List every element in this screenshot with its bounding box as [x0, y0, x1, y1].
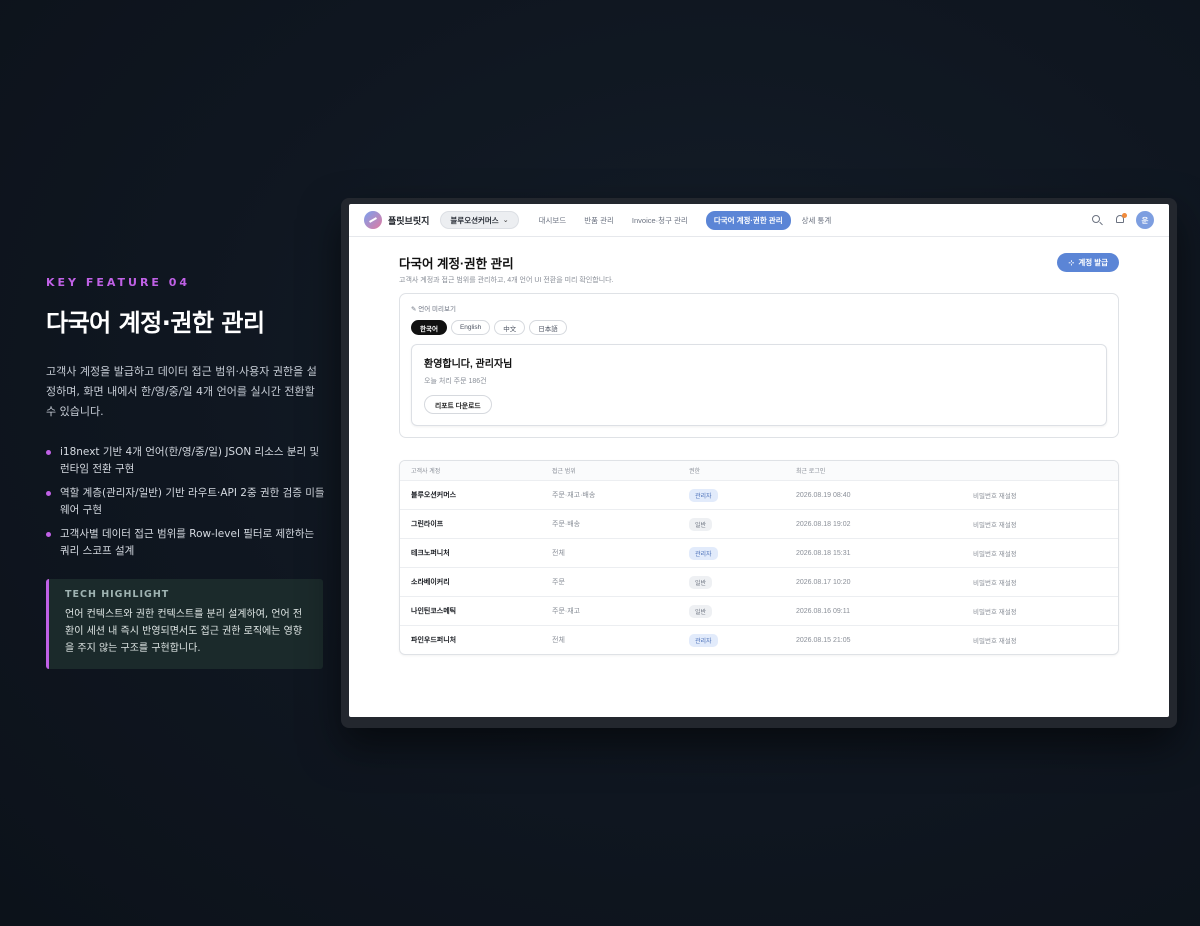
reset-password-link[interactable]: 비밀번호 재설정	[973, 606, 1118, 616]
feature-description: 고객사 계정을 발급하고 데이터 접근 범위·사용자 권한을 설정하며, 화면 …	[46, 365, 317, 418]
role-cell: 일반	[689, 517, 796, 531]
brand-name: 플릿브릿지	[388, 215, 430, 226]
feature-bullet: 고객사별 데이터 접근 범위를 Row-level 필터로 제한하는 쿼리 스코…	[46, 526, 326, 560]
table-row[interactable]: 블루오션커머스 주문·재고·배송 관리자 2026.08.19 08:40 비밀번호 재…	[400, 480, 1118, 509]
nav-statistics[interactable]: 상세 통계	[802, 215, 832, 226]
app-screen: 플릿브릿지 블루오션커머스 ⌄ 대시보드 반품 관리 Invoice·청구 관리…	[349, 204, 1169, 717]
last-login: 2026.08.15 21:05	[796, 636, 851, 644]
access-scope: 주문·재고·배송	[552, 492, 596, 499]
account-name: 소라베이커리	[411, 579, 450, 586]
access-scope: 주문·재고	[552, 608, 581, 615]
table-header: 고객사 계정 접근 범위 권한 최근 로그인	[400, 461, 1118, 480]
role-cell: 관리자	[689, 488, 796, 502]
table-row[interactable]: 파인우드퍼니처 전체 관리자 2026.08.15 21:05 비밀번호 재설정	[400, 625, 1118, 654]
column-header: 접근 범위	[552, 469, 576, 475]
role-badge: 관리자	[689, 546, 718, 560]
access-scope: 주문	[552, 579, 565, 586]
role-cell: 일반	[689, 575, 796, 589]
role-badge: 일반	[689, 575, 713, 589]
lang-tab-en[interactable]: English	[450, 320, 491, 335]
issue-account-button[interactable]: ⊹ 계정 발급	[1057, 253, 1119, 272]
language-tabs: 한국어 English 中文 日本語	[411, 320, 1107, 335]
feature-copy: KEY FEATURE 04 다국어 계정·권한 관리 고객사 계정을 발급하고…	[46, 276, 326, 669]
search-icon[interactable]	[1090, 213, 1104, 227]
column-header: 권한	[689, 469, 701, 475]
issue-account-label: 계정 발급	[1078, 258, 1108, 267]
table-row[interactable]: 나인틴코스메틱 주문·재고 일반 2026.08.16 09:11 비밀번호 재설정	[400, 596, 1118, 625]
add-user-icon: ⊹	[1068, 259, 1075, 267]
nav-links: 대시보드 반품 관리 Invoice·청구 관리 다국어 계정·권한 관리 상세…	[539, 210, 850, 230]
last-login: 2026.08.18 15:31	[796, 549, 851, 557]
page-header: 다국어 계정·권한 관리 고객사 계정과 접근 범위를 관리하고, 4개 언어 …	[399, 253, 1119, 284]
access-scope: 주문·배송	[552, 521, 581, 528]
reset-password-link[interactable]: 비밀번호 재설정	[973, 548, 1118, 558]
feature-bullet: i18next 기반 4개 언어(한/영/중/일) JSON 리소스 분리 및 …	[46, 444, 326, 478]
tech-highlight: TECH HIGHLIGHT 언어 컨텍스트와 권한 컨텍스트를 분리 설계하여…	[46, 579, 323, 669]
top-nav: 플릿브릿지 블루오션커머스 ⌄ 대시보드 반품 관리 Invoice·청구 관리…	[349, 204, 1169, 237]
reset-password-link[interactable]: 비밀번호 재설정	[973, 519, 1118, 529]
chevron-down-icon: ⌄	[502, 217, 509, 224]
column-header: 고객사 계정	[411, 469, 441, 475]
feature-title: 다국어 계정·권한 관리	[46, 309, 265, 337]
language-preview-label: ✎ 언어 미리보기	[411, 306, 456, 313]
bell-icon[interactable]	[1113, 213, 1127, 227]
feature-bullets: i18next 기반 4개 언어(한/영/중/일) JSON 리소스 분리 및 …	[46, 444, 326, 560]
report-download-button[interactable]: 리포트 다운로드	[424, 395, 492, 414]
nav-invoice[interactable]: Invoice·청구 관리	[632, 215, 688, 226]
lang-tab-zh[interactable]: 中文	[494, 320, 526, 335]
access-scope: 전체	[552, 550, 565, 557]
role-cell: 일반	[689, 604, 796, 618]
client-select[interactable]: 블루오션커머스 ⌄	[440, 211, 519, 229]
last-login: 2026.08.17 10:20	[796, 578, 851, 586]
role-badge: 일반	[689, 604, 713, 618]
welcome-title: 환영합니다, 관리자님	[424, 359, 513, 370]
accounts-table: 고객사 계정 접근 범위 권한 최근 로그인 블루오션커머스 주문·재고·배송 관리…	[399, 460, 1119, 655]
welcome-preview: 환영합니다, 관리자님 오늘 처리 주문 186건 리포트 다운로드	[411, 344, 1107, 426]
page-content: 다국어 계정·권한 관리 고객사 계정과 접근 범위를 관리하고, 4개 언어 …	[349, 253, 1169, 655]
lang-tab-ja[interactable]: 日本語	[529, 320, 567, 335]
role-cell: 관리자	[689, 633, 796, 647]
client-select-value: 블루오션커머스	[450, 215, 499, 225]
account-name: 나인틴코스메틱	[411, 608, 457, 615]
account-name: 파인우드퍼니처	[411, 637, 457, 644]
nav-dashboard[interactable]: 대시보드	[539, 215, 567, 226]
language-preview-card: ✎ 언어 미리보기 한국어 English 中文 日本語 환영합니다, 관리자님…	[399, 293, 1119, 438]
page-subtitle: 고객사 계정과 접근 범위를 관리하고, 4개 언어 UI 전환을 미리 확인합…	[399, 277, 614, 284]
lang-tab-ko[interactable]: 한국어	[411, 320, 447, 335]
table-body: 블루오션커머스 주문·재고·배송 관리자 2026.08.19 08:40 비밀번호 재…	[400, 480, 1118, 654]
last-login: 2026.08.18 19:02	[796, 520, 851, 528]
last-login: 2026.08.16 09:11	[796, 607, 850, 615]
reset-password-link[interactable]: 비밀번호 재설정	[973, 490, 1118, 500]
nav-actions: 운	[1081, 211, 1154, 229]
nav-returns[interactable]: 반품 관리	[584, 215, 614, 226]
column-header: 최근 로그인	[796, 469, 826, 475]
table-row[interactable]: 그린라이프 주문·배송 일반 2026.08.18 19:02 비밀번호 재설정	[400, 509, 1118, 538]
page-title: 다국어 계정·권한 관리	[399, 257, 514, 271]
tech-highlight-label: TECH HIGHLIGHT	[65, 589, 170, 600]
role-cell: 관리자	[689, 546, 796, 560]
welcome-subtitle: 오늘 처리 주문 186건	[424, 378, 487, 385]
tech-highlight-text: 언어 컨텍스트와 권한 컨텍스트를 분리 설계하여, 언어 전환이 세션 내 즉…	[65, 609, 303, 654]
table-row[interactable]: 테크노퍼니처 전체 관리자 2026.08.18 15:31 비밀번호 재설정	[400, 538, 1118, 567]
feature-kicker: KEY FEATURE 04	[46, 276, 191, 289]
role-badge: 관리자	[689, 633, 718, 647]
reset-password-link[interactable]: 비밀번호 재설정	[973, 577, 1118, 587]
role-badge: 일반	[689, 517, 713, 531]
role-badge: 관리자	[689, 488, 718, 502]
avatar[interactable]: 운	[1136, 211, 1154, 229]
nav-accounts[interactable]: 다국어 계정·권한 관리	[705, 210, 791, 230]
feature-bullet: 역할 계층(관리자/일반) 기반 라우트·API 2중 권한 검증 미들웨어 구…	[46, 485, 326, 519]
last-login: 2026.08.19 08:40	[796, 491, 851, 499]
account-name: 테크노퍼니처	[411, 550, 450, 557]
account-name: 블루오션커머스	[411, 492, 457, 499]
access-scope: 전체	[552, 637, 565, 644]
reset-password-link[interactable]: 비밀번호 재설정	[973, 635, 1118, 645]
account-name: 그린라이프	[411, 521, 444, 528]
brand-logo-icon	[364, 211, 382, 229]
laptop-frame: 플릿브릿지 블루오션커머스 ⌄ 대시보드 반품 관리 Invoice·청구 관리…	[341, 198, 1177, 728]
table-row[interactable]: 소라베이커리 주문 일반 2026.08.17 10:20 비밀번호 재설정	[400, 567, 1118, 596]
notification-dot	[1122, 213, 1127, 218]
